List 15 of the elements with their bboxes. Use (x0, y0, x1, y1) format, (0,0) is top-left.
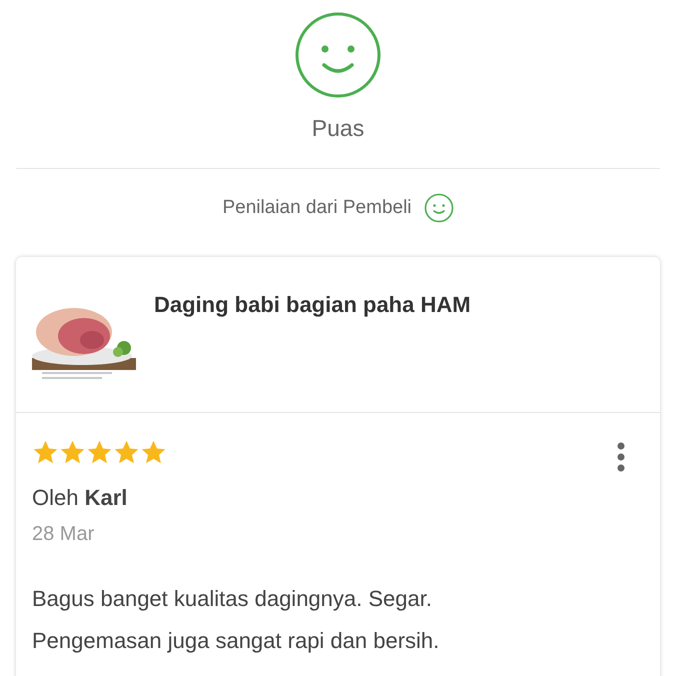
star-icon (59, 439, 86, 466)
star-icon (140, 439, 167, 466)
more-options-icon[interactable] (616, 441, 626, 473)
star-icon (113, 439, 140, 466)
smiley-icon (294, 11, 382, 99)
review-text: Bagus banget kualitas dagingnya. Segar. (32, 585, 433, 613)
reviewer-name: Oleh Karl (32, 485, 128, 511)
section-title: Penilaian dari Pembeli (222, 197, 412, 219)
product-name[interactable]: Daging babi bagian paha HAM (154, 292, 471, 318)
star-icon (86, 439, 113, 466)
review-text: Pengemasan juga sangat rapi dan bersih. (32, 627, 440, 655)
review-date: 28 Mar (32, 523, 96, 546)
star-icon (32, 439, 59, 466)
smiley-icon (424, 193, 454, 223)
rating-label: Puas (312, 115, 364, 142)
